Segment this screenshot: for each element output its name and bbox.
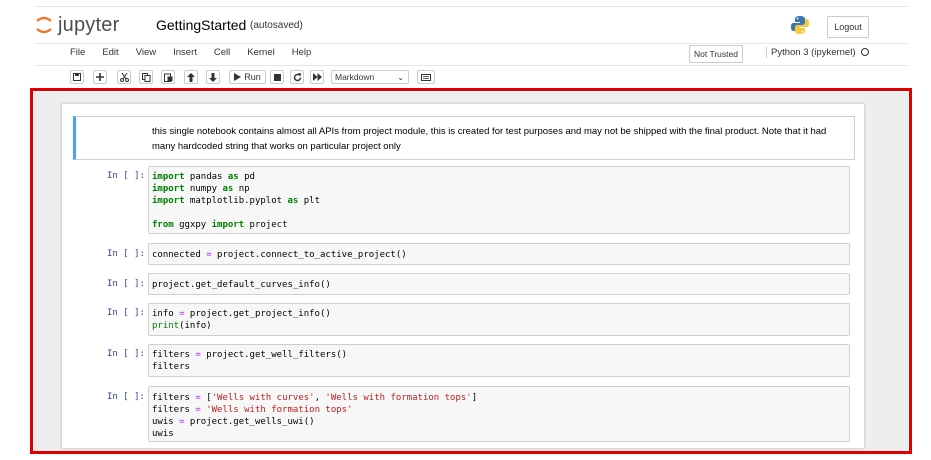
copy-button[interactable] [139, 70, 153, 84]
cell-type-value: Markdown [335, 72, 375, 82]
run-button[interactable]: Run [229, 70, 266, 84]
arrow-up-icon [187, 72, 195, 82]
not-trusted-button[interactable]: Not Trusted [689, 45, 743, 63]
menubar: File Edit View Insert Cell Kernel Help [70, 47, 328, 61]
jupyter-logo[interactable]: jupyter [34, 14, 119, 36]
move-down-button[interactable] [206, 70, 220, 84]
autosave-status: (autosaved) [250, 20, 303, 31]
save-button[interactable] [70, 70, 84, 84]
header-divider [34, 43, 908, 44]
highlight-frame [30, 88, 912, 454]
copy-icon [141, 72, 150, 82]
menu-cell[interactable]: Cell [214, 47, 230, 61]
paste-icon [163, 73, 172, 82]
logo-text: jupyter [58, 13, 120, 36]
menu-edit[interactable]: Edit [102, 47, 118, 61]
menu-view[interactable]: View [136, 47, 156, 61]
move-up-button[interactable] [184, 70, 198, 84]
restart-run-all-button[interactable] [310, 70, 324, 84]
python-logo-icon [791, 16, 809, 34]
menu-kernel[interactable]: Kernel [247, 47, 274, 61]
play-icon [234, 73, 242, 81]
command-palette-button[interactable] [417, 70, 435, 84]
logout-button[interactable]: Logout [827, 16, 869, 38]
insert-cell-button[interactable] [93, 70, 107, 84]
notebook-title[interactable]: GettingStarted [156, 17, 246, 33]
kernel-indicator[interactable]: Python 3 (ipykernel) [766, 47, 870, 58]
restart-icon [293, 72, 301, 81]
scissors-icon [119, 72, 129, 82]
jupyter-logo-icon [36, 16, 52, 34]
kernel-name: Python 3 (ipykernel) [771, 47, 856, 58]
save-icon [73, 73, 81, 81]
menu-insert[interactable]: Insert [173, 47, 197, 61]
restart-button[interactable] [290, 70, 304, 84]
menu-help[interactable]: Help [292, 47, 312, 61]
interrupt-button[interactable] [270, 70, 284, 84]
menu-file[interactable]: File [70, 47, 85, 61]
menubar-divider [34, 65, 908, 66]
cut-button[interactable] [117, 70, 131, 84]
cell-type-select[interactable]: Markdown ⌄ [331, 70, 409, 84]
run-label: Run [244, 72, 261, 82]
keyboard-icon [421, 73, 431, 81]
arrow-down-icon [209, 72, 217, 82]
plus-icon [96, 73, 104, 81]
top-frame-line [34, 6, 908, 7]
kernel-idle-icon [861, 48, 870, 57]
chevron-down-icon: ⌄ [397, 73, 404, 82]
stop-icon [273, 73, 281, 81]
paste-button[interactable] [161, 70, 175, 84]
fast-forward-icon [312, 73, 322, 81]
